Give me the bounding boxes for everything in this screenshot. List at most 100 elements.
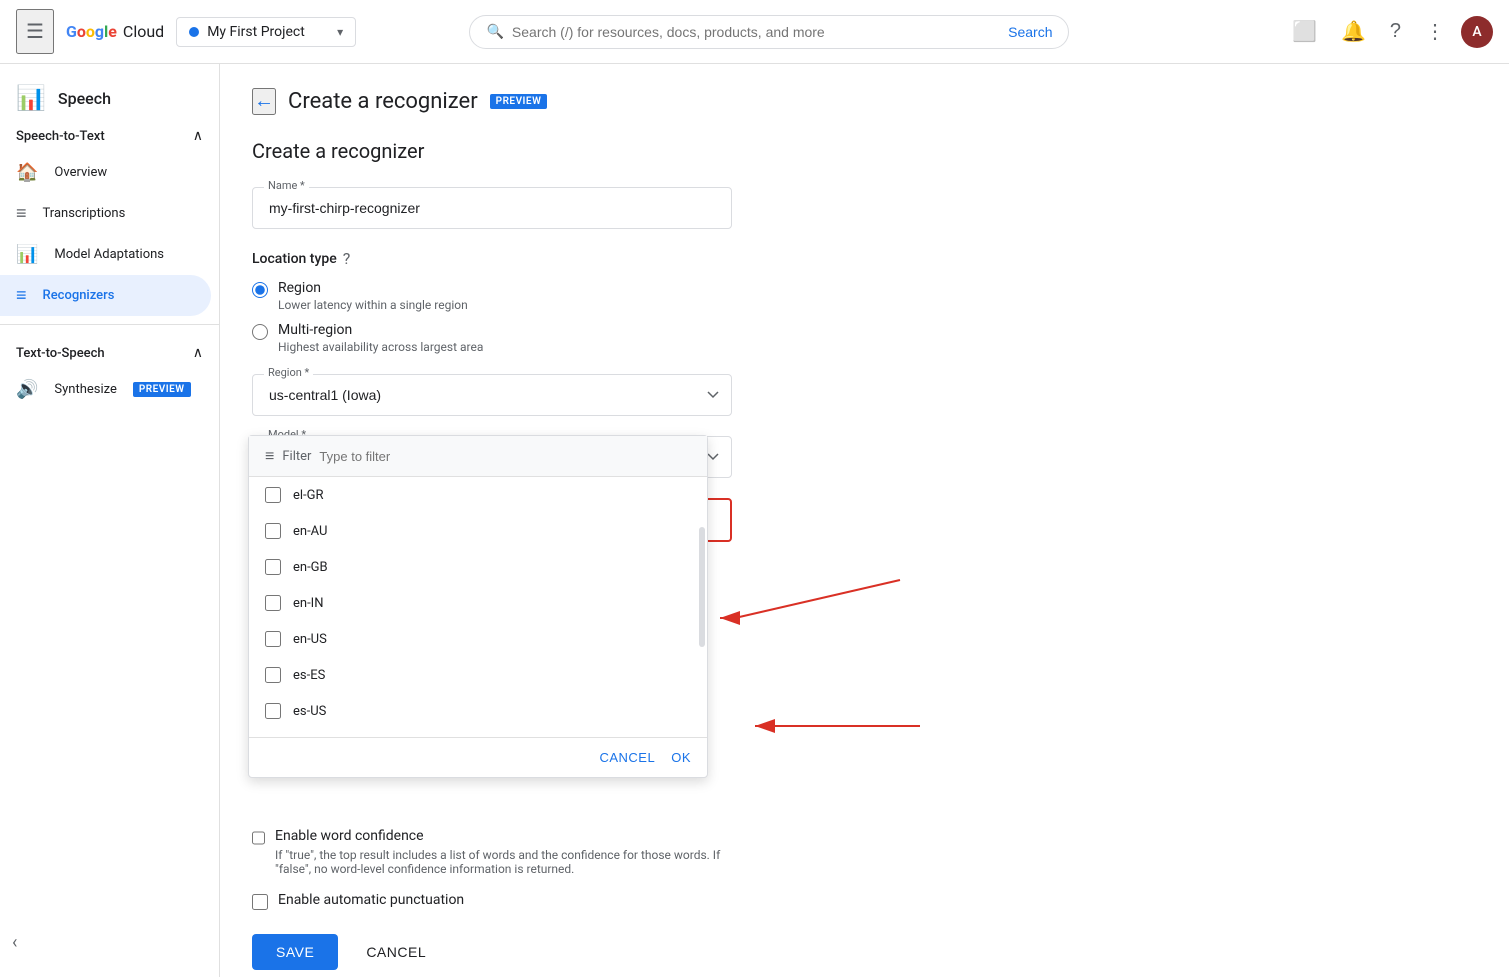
multiregion-radio-option[interactable]: Multi-region Highest availability across… [252,322,732,354]
checkbox-en-US[interactable] [265,631,281,647]
dropdown-item-en-GB[interactable]: en-GB [249,549,707,585]
location-type-help-icon[interactable]: ? [343,249,351,268]
back-button[interactable]: ← [252,88,276,115]
label-en-GB: en-GB [293,560,328,575]
name-input[interactable] [252,187,732,229]
terminal-button[interactable]: ⬜ [1284,11,1325,52]
cloud-label: Cloud [123,22,164,41]
collapse-icon: ∧ [193,128,203,144]
sidebar-collapse-btn[interactable]: ‹ [0,924,29,961]
notifications-button[interactable]: 🔔 [1333,11,1374,52]
synthesize-preview-badge: PREVIEW [133,382,191,397]
sidebar-collapse-icon: ‹ [12,932,17,953]
avatar[interactable]: A [1461,16,1493,48]
region-select[interactable]: us-central1 (Iowa) [252,374,732,416]
dropdown-cancel-button[interactable]: CANCEL [599,750,655,765]
region-label: Region [278,280,468,296]
checkbox-en-GB[interactable] [265,559,281,575]
main-layout: 📊 Speech Speech-to-Text ∧ 🏠 Overview ≡ T… [0,64,1509,977]
dropdown-ok-button[interactable]: OK [671,750,691,765]
sidebar-item-overview[interactable]: 🏠 Overview [0,152,211,193]
label-en-US: en-US [293,632,327,647]
checkbox-en-IN[interactable] [265,595,281,611]
sidebar: 📊 Speech Speech-to-Text ∧ 🏠 Overview ≡ T… [0,64,220,977]
filter-row: ≡ Filter [249,436,707,477]
location-type-label: Location type [252,251,337,267]
sidebar-recognizers-label: Recognizers [43,288,115,303]
transcriptions-icon: ≡ [16,203,27,224]
checkbox-es-ES[interactable] [265,667,281,683]
bottom-actions: SAVE CANCEL [252,934,732,970]
search-btn-label: Search [1008,24,1052,40]
dropdown-footer: CANCEL OK [249,737,707,777]
sidebar-overview-label: Overview [54,165,107,180]
model-adaptations-icon: 📊 [16,244,38,265]
sidebar-item-recognizers[interactable]: ≡ Recognizers [0,275,211,316]
dropdown-item-et-EE[interactable]: et-EE [249,729,707,737]
text-to-speech-section[interactable]: Text-to-Speech ∧ [0,333,219,369]
checkbox-es-US[interactable] [265,703,281,719]
name-label: Name * [264,179,309,192]
word-confidence-row: Enable word confidence If "true", the to… [252,828,732,876]
filter-icon: ≡ [265,446,274,466]
text-to-speech-label: Text-to-Speech [16,346,105,361]
search-button[interactable]: Search [1008,24,1052,40]
word-confidence-checkbox[interactable] [252,830,265,846]
speech-to-text-label: Speech-to-Text [16,129,105,144]
multiregion-label: Multi-region [278,322,483,338]
region-radio-option[interactable]: Region Lower latency within a single reg… [252,280,732,312]
sidebar-app-title: Speech [58,89,111,108]
language-codes-dropdown: ≡ Filter el-GR en-AU en-GB en-IN en-US e… [248,435,708,778]
dropdown-item-en-IN[interactable]: en-IN [249,585,707,621]
menu-button[interactable]: ☰ [16,9,54,54]
location-type-group: Location type ? Region Lower latency wit… [252,249,732,354]
speech-app-icon: 📊 [16,84,46,112]
auto-punctuation-label: Enable automatic punctuation [278,892,464,908]
word-confidence-desc: If "true", the top result includes a lis… [275,848,732,876]
sidebar-item-model-adaptations[interactable]: 📊 Model Adaptations [0,234,211,275]
dropdown-scrollbar[interactable] [699,527,705,647]
sidebar-item-synthesize[interactable]: 🔊 Synthesize PREVIEW [0,369,211,410]
checkbox-en-AU[interactable] [265,523,281,539]
auto-punctuation-checkbox[interactable] [252,894,268,910]
sidebar-item-transcriptions[interactable]: ≡ Transcriptions [0,193,211,234]
dropdown-item-en-US[interactable]: en-US [249,621,707,657]
chevron-down-icon: ▾ [337,25,343,39]
dropdown-item-en-AU[interactable]: en-AU [249,513,707,549]
save-button[interactable]: SAVE [252,934,338,970]
project-dot [189,27,199,37]
more-options-button[interactable]: ⋮ [1417,11,1453,52]
filter-input[interactable] [319,449,691,464]
multiregion-radio[interactable] [252,324,268,340]
google-cloud-logo: Google Cloud [66,22,164,41]
nav-right: ⬜ 🔔 ? ⋮ A [1284,11,1493,52]
page-preview-badge: PREVIEW [490,94,548,109]
speech-to-text-section[interactable]: Speech-to-Text ∧ [0,116,219,152]
checkbox-el-GR[interactable] [265,487,281,503]
dropdown-item-es-US[interactable]: es-US [249,693,707,729]
label-es-US: es-US [293,704,326,719]
dropdown-item-es-ES[interactable]: es-ES [249,657,707,693]
top-nav: ☰ Google Cloud My First Project ▾ 🔍 Sear… [0,0,1509,64]
help-button[interactable]: ? [1382,12,1409,51]
search-icon: 🔍 [486,24,503,40]
search-bar: 🔍 Search [469,15,1069,49]
multiregion-desc: Highest availability across largest area [278,340,483,354]
search-input[interactable] [512,24,1000,40]
cancel-main-button[interactable]: CANCEL [350,934,442,970]
region-radio[interactable] [252,282,268,298]
home-icon: 🏠 [16,162,38,183]
recognizers-icon: ≡ [16,285,27,306]
label-es-ES: es-ES [293,668,325,683]
bottom-checkboxes: Enable word confidence If "true", the to… [252,828,732,910]
sidebar-synthesize-label: Synthesize [54,382,116,397]
auto-punctuation-row: Enable automatic punctuation [252,892,732,910]
sidebar-app-header: 📊 Speech [0,72,219,116]
region-field-label: Region * [264,366,313,379]
location-type-row: Location type ? [252,249,732,268]
sidebar-divider [0,324,219,325]
dropdown-item-el-GR[interactable]: el-GR [249,477,707,513]
tts-collapse-icon: ∧ [193,345,203,361]
region-desc: Lower latency within a single region [278,298,468,312]
project-selector[interactable]: My First Project ▾ [176,17,356,47]
